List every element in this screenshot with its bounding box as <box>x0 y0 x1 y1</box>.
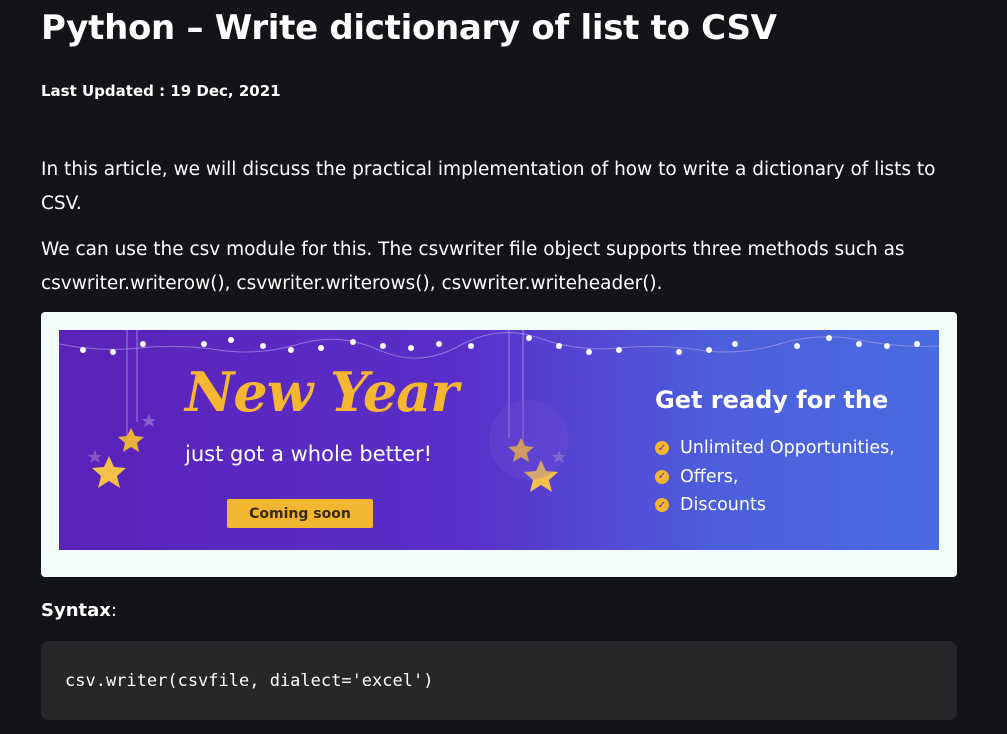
check-icon: ✓ <box>655 441 669 456</box>
string-lights <box>80 335 920 355</box>
new-year-banner[interactable]: New Year just got a whole better! Coming… <box>59 330 939 550</box>
check-icon: ✓ <box>655 469 669 484</box>
list-item: ✓ Discounts <box>655 491 895 520</box>
code-block[interactable]: csv.writer(csvfile, dialect='excel') <box>41 641 957 720</box>
banner-feature-list: ✓ Unlimited Opportunities, ✓ Offers, ✓ D… <box>655 434 895 520</box>
page-title: Python – Write dictionary of list to CSV <box>41 8 777 48</box>
banner-subline: just got a whole better! <box>185 442 433 466</box>
ad-banner-card: New Year just got a whole better! Coming… <box>41 312 957 577</box>
banner-ready-title: Get ready for the <box>655 386 889 414</box>
feature-label: Offers, <box>680 466 739 487</box>
check-icon: ✓ <box>655 498 669 513</box>
last-updated: Last Updated : 19 Dec, 2021 <box>41 82 281 100</box>
feature-label: Unlimited Opportunities, <box>680 438 895 459</box>
feature-label: Discounts <box>680 495 766 516</box>
coming-soon-button[interactable]: Coming soon <box>227 499 373 528</box>
syntax-label: Syntax <box>41 600 111 621</box>
list-item: ✓ Unlimited Opportunities, <box>655 434 895 463</box>
syntax-heading: Syntax: <box>41 600 117 621</box>
list-item: ✓ Offers, <box>655 463 895 492</box>
methods-paragraph: We can use the csv module for this. The … <box>41 239 905 294</box>
code-line: csv.writer(csvfile, dialect='excel') <box>65 671 434 691</box>
syntax-colon: : <box>110 600 117 621</box>
intro-paragraph: In this article, we will discuss the pra… <box>41 159 936 214</box>
banner-headline: New Year <box>185 360 459 424</box>
